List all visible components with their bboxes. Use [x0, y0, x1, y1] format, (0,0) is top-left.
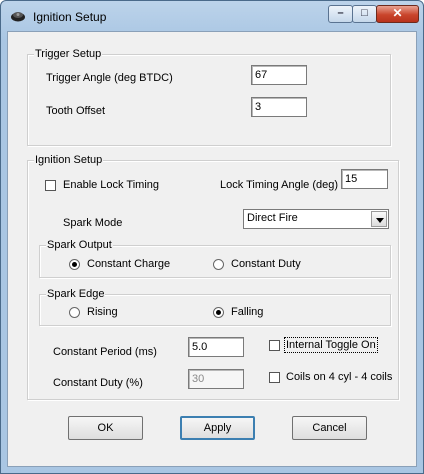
trigger-angle-label: Trigger Angle (deg BTDC): [46, 72, 173, 84]
constant-duty-label[interactable]: Constant Duty: [231, 258, 301, 270]
spark-mode-select[interactable]: Direct Fire: [243, 209, 389, 229]
dialog-client-area: Trigger Setup Trigger Angle (deg BTDC) 6…: [7, 31, 417, 467]
trigger-setup-legend: Trigger Setup: [34, 48, 103, 60]
title-bar[interactable]: Ignition Setup – □ ✕: [1, 1, 423, 31]
app-icon: [11, 12, 25, 22]
falling-label[interactable]: Falling: [231, 306, 263, 318]
spark-edge-legend: Spark Edge: [46, 288, 106, 300]
constant-duty-value-label: Constant Duty (%): [53, 377, 143, 389]
tooth-offset-label: Tooth Offset: [46, 105, 106, 117]
spark-mode-label: Spark Mode: [63, 217, 123, 229]
falling-radio[interactable]: [213, 307, 224, 318]
ok-button[interactable]: OK: [68, 416, 143, 440]
rising-radio[interactable]: [69, 307, 80, 318]
enable-lock-timing-checkbox[interactable]: [45, 180, 56, 191]
rising-label[interactable]: Rising: [87, 306, 118, 318]
maximize-button[interactable]: □: [352, 5, 377, 23]
constant-duty-radio[interactable]: [213, 259, 224, 270]
chevron-down-icon[interactable]: [371, 211, 387, 227]
spark-output-legend: Spark Output: [46, 239, 113, 251]
internal-toggle-checkbox[interactable]: [269, 340, 280, 351]
minimize-button[interactable]: –: [328, 5, 353, 23]
spark-mode-value: Direct Fire: [247, 212, 298, 224]
cancel-button[interactable]: Cancel: [292, 416, 367, 440]
lock-timing-angle-label: Lock Timing Angle (deg): [220, 179, 339, 191]
constant-period-label: Constant Period (ms): [53, 346, 157, 358]
constant-period-input[interactable]: 5.0: [188, 337, 244, 357]
coils-4cyl-label[interactable]: Coils on 4 cyl - 4 coils: [286, 371, 392, 383]
ignition-setup-window: Ignition Setup – □ ✕ Trigger Setup Trigg…: [0, 0, 424, 474]
lock-timing-angle-input[interactable]: 15: [341, 169, 388, 189]
apply-button[interactable]: Apply: [180, 416, 255, 440]
enable-lock-timing-label[interactable]: Enable Lock Timing: [63, 179, 159, 191]
internal-toggle-label[interactable]: Internal Toggle On: [284, 337, 378, 353]
constant-charge-radio[interactable]: [69, 259, 80, 270]
window-title: Ignition Setup: [33, 10, 107, 24]
ignition-setup-group: Ignition Setup: [27, 154, 399, 400]
constant-charge-label[interactable]: Constant Charge: [87, 258, 170, 270]
coils-4cyl-checkbox[interactable]: [269, 372, 280, 383]
constant-duty-input: 30: [188, 369, 244, 389]
close-button[interactable]: ✕: [376, 5, 419, 23]
tooth-offset-input[interactable]: 3: [251, 97, 307, 117]
ignition-setup-legend: Ignition Setup: [34, 154, 104, 166]
trigger-angle-input[interactable]: 67: [251, 65, 307, 85]
trigger-setup-group: Trigger Setup: [27, 48, 391, 146]
